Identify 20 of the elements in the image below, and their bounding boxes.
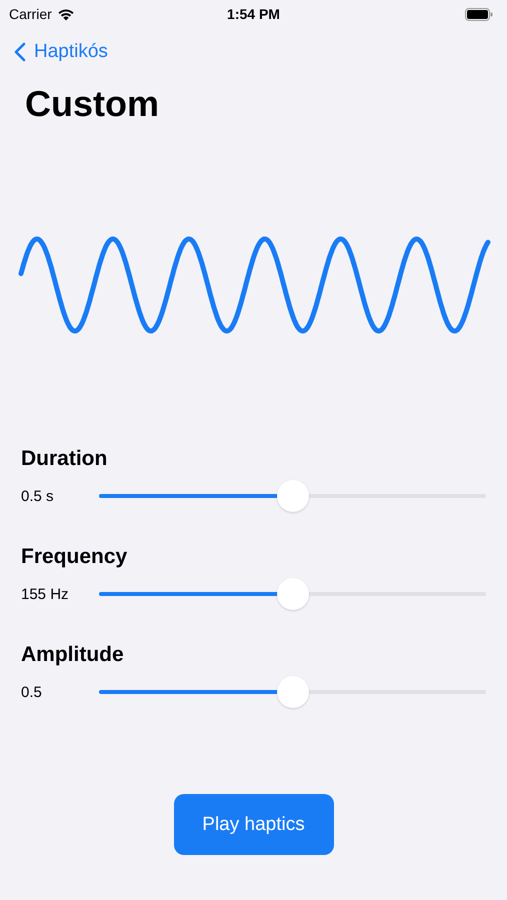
slider-value: 0.5: [21, 684, 43, 700]
back-button[interactable]: Haptikós: [14, 41, 108, 63]
slider[interactable]: [99, 577, 486, 611]
play-haptics-button[interactable]: Play haptics: [174, 794, 334, 855]
battery-icon: [465, 8, 493, 20]
carrier-label: Carrier: [9, 6, 52, 22]
slider-thumb[interactable]: [276, 578, 308, 610]
slider-label: Frequency: [21, 544, 128, 570]
slider-value: 155 Hz: [21, 586, 70, 602]
slider-label: Duration: [21, 446, 108, 472]
slider[interactable]: [99, 675, 486, 709]
page-title: Custom: [25, 82, 160, 126]
back-chevron-icon: [14, 42, 26, 62]
status-time: 1:54 PM: [227, 6, 280, 22]
slider-value: 0.5 s: [21, 488, 55, 504]
slider-thumb[interactable]: [276, 480, 308, 512]
slider-label: Amplitude: [21, 642, 125, 668]
wifi-icon: [56, 8, 75, 20]
slider-thumb[interactable]: [276, 676, 308, 708]
slider[interactable]: [99, 479, 486, 513]
